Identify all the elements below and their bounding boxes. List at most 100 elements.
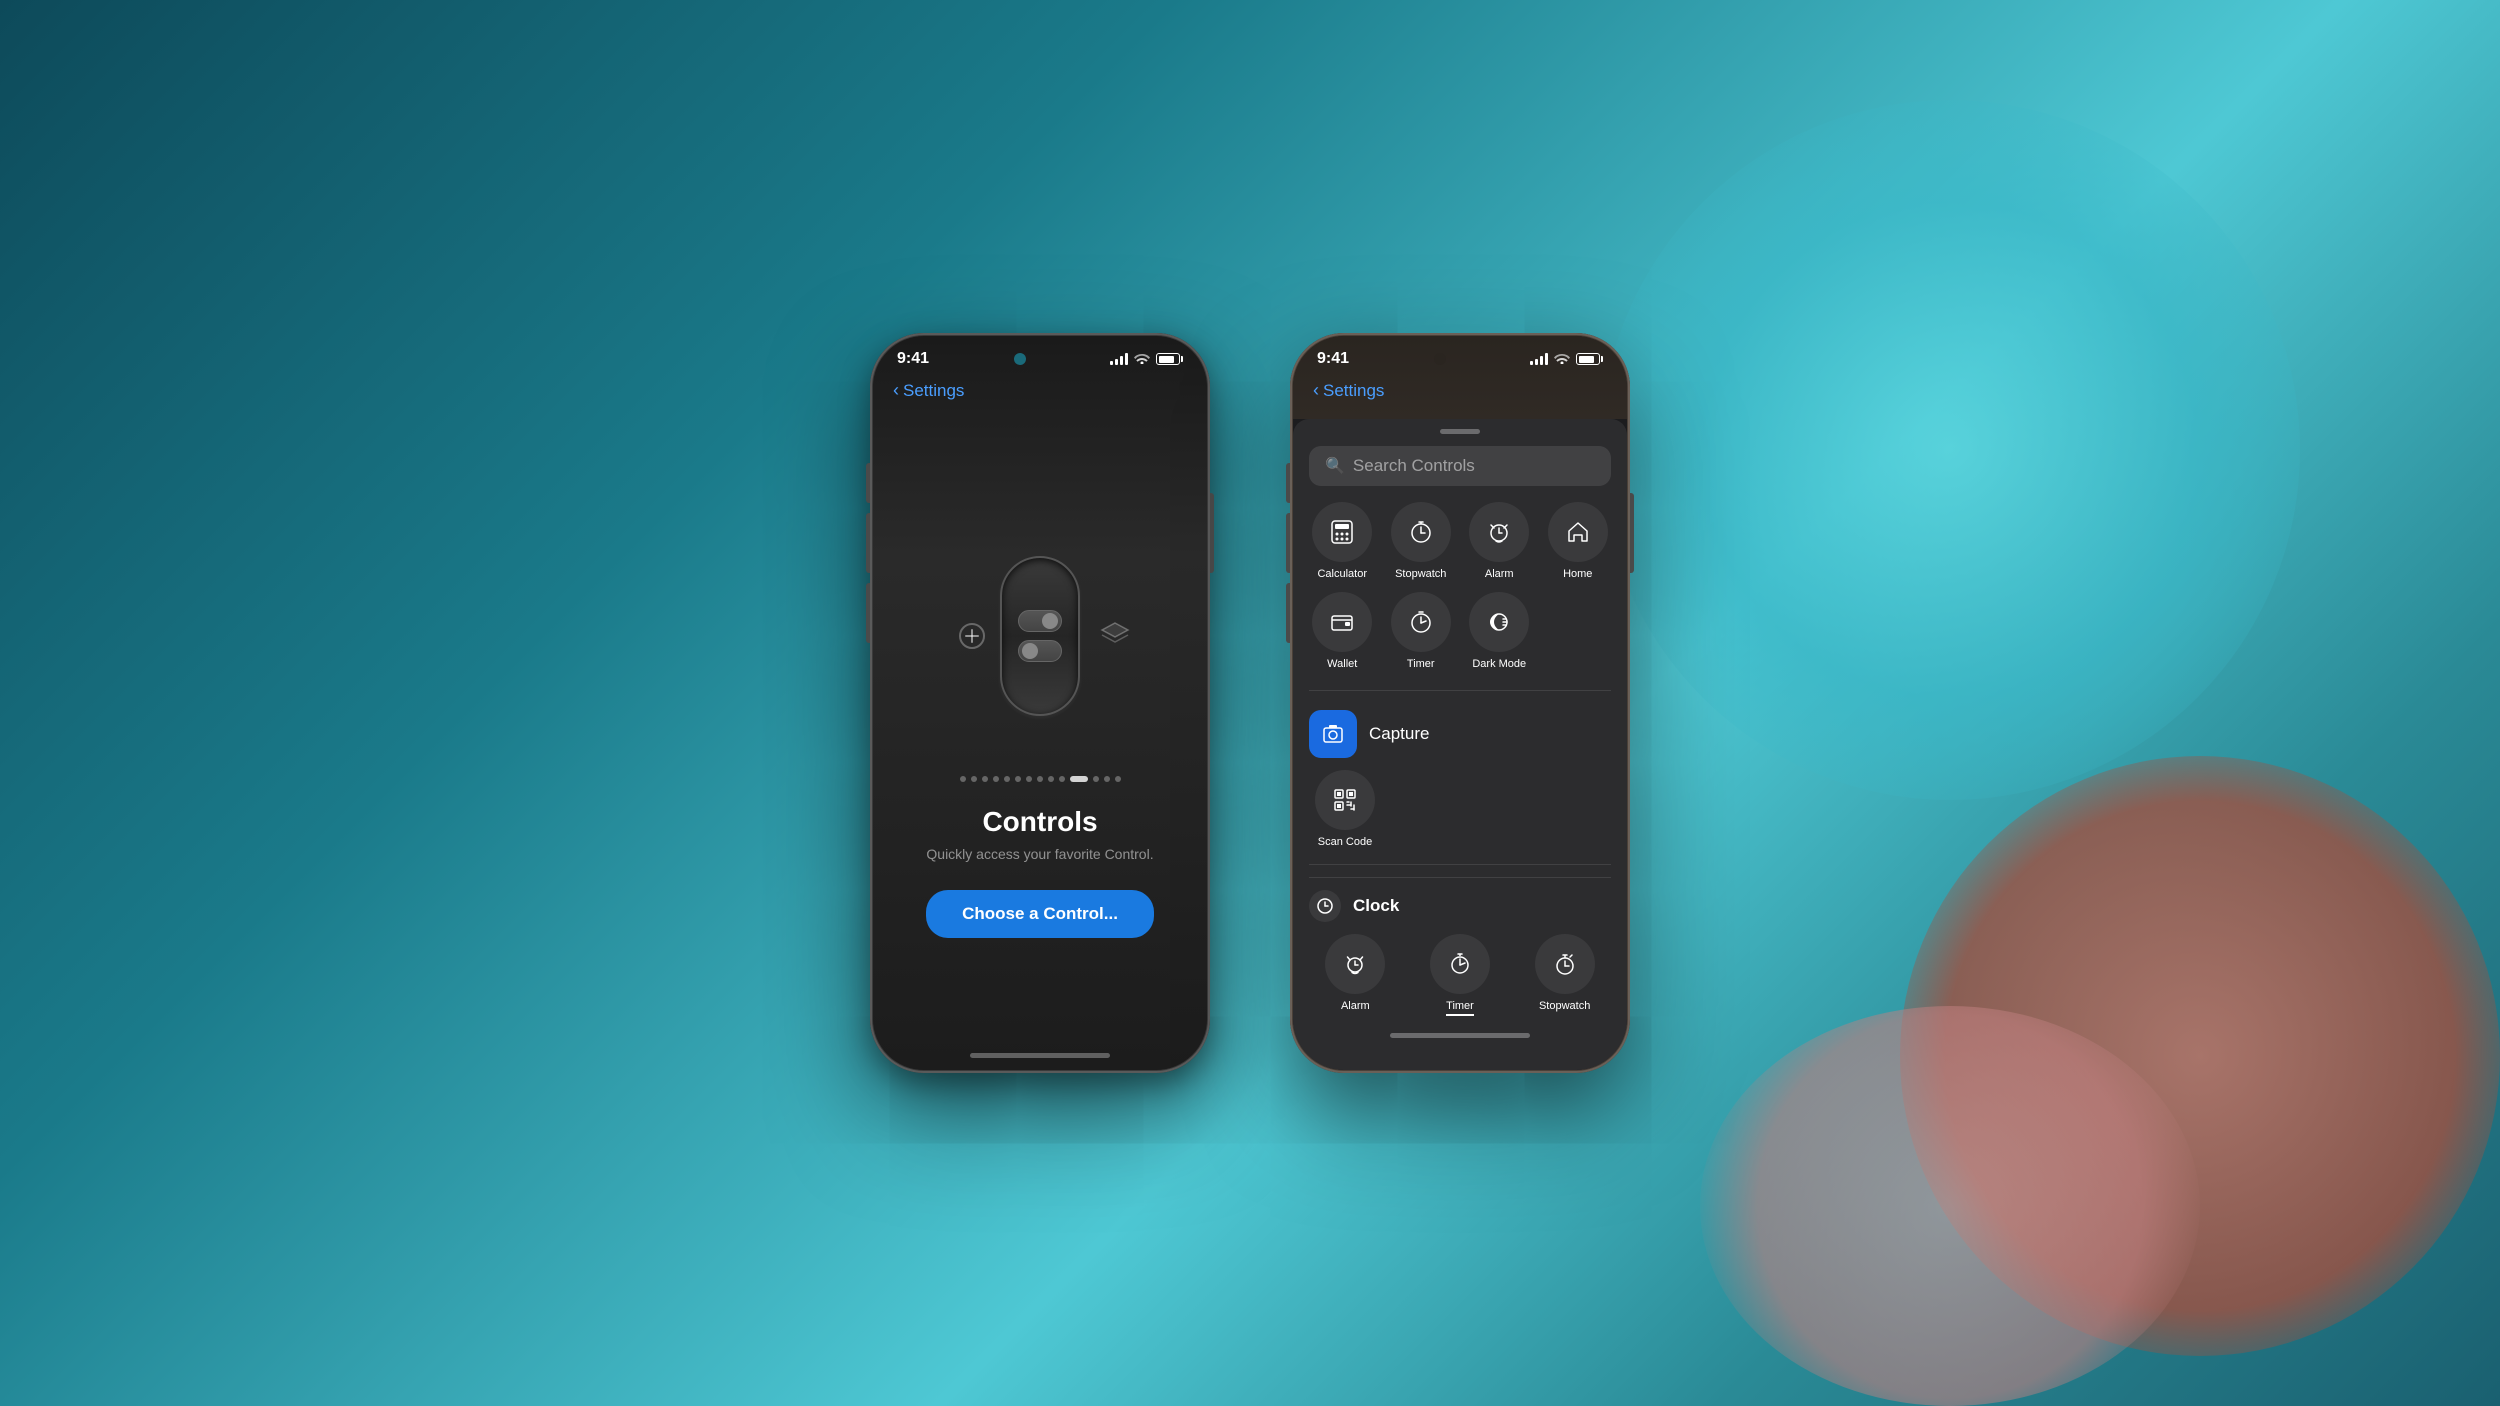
clock-stopwatch-item[interactable]: Stopwatch [1518, 934, 1611, 1016]
clock-timer-label: Timer [1446, 1000, 1474, 1016]
control-calculator[interactable]: Calculator [1309, 502, 1376, 580]
controls-title: Controls [982, 806, 1097, 838]
control-timer[interactable]: Timer [1388, 592, 1455, 670]
layers-icon [1100, 621, 1130, 651]
dot-3 [982, 776, 988, 782]
capture-title: Capture [1369, 724, 1429, 744]
dot-4 [993, 776, 999, 782]
scan-code-item[interactable]: Scan Code [1313, 770, 1377, 848]
phone-2-back-arrow: ‹ [1313, 380, 1319, 401]
phone-2-nav: ‹ Settings [1293, 376, 1627, 409]
clock-alarm-label: Alarm [1341, 1000, 1370, 1012]
phone-1-nav: ‹ Settings [873, 376, 1207, 409]
phone-2-left-btn-1 [1286, 463, 1290, 503]
dot-14 [1115, 776, 1121, 782]
alarm-label: Alarm [1485, 568, 1514, 580]
phone-2-left-btn-2 [1286, 513, 1290, 573]
phone-2-top: 9:41 [1293, 336, 1627, 419]
controls-grid-section: Calculator [1293, 502, 1627, 1025]
clock-section-title: Clock [1353, 896, 1399, 916]
phone-2: 9:41 [1290, 333, 1630, 1073]
phone-1-home-indicator [970, 1053, 1110, 1058]
capture-section: Capture [1309, 702, 1611, 770]
clock-timer-item[interactable]: Timer [1414, 934, 1507, 1016]
dot-1 [960, 776, 966, 782]
dot-13 [1104, 776, 1110, 782]
phone-1-back-arrow: ‹ [893, 380, 899, 401]
toggle-pill-top [1018, 610, 1062, 632]
search-bar[interactable]: 🔍 Search Controls [1309, 446, 1611, 486]
dark-mode-icon-circle [1469, 592, 1529, 652]
phone-2-dynamic-island-mini [1434, 353, 1446, 365]
home-label: Home [1563, 568, 1592, 580]
dot-8 [1037, 776, 1043, 782]
stopwatch-label: Stopwatch [1395, 568, 1446, 580]
sheet-panel: 🔍 Search Controls [1293, 419, 1627, 1070]
stopwatch-icon-circle [1391, 502, 1451, 562]
scan-code-label: Scan Code [1318, 836, 1372, 848]
phone-2-content: 9:41 [1293, 336, 1627, 1070]
capture-icon [1309, 710, 1357, 758]
clock-section-header: Clock [1309, 877, 1611, 934]
control-dark-mode[interactable]: Dark Mode [1466, 592, 1533, 670]
phone-2-wifi-icon [1554, 351, 1570, 367]
dark-mode-label: Dark Mode [1472, 658, 1526, 670]
phone-1-main: Controls Quickly access your favorite Co… [873, 409, 1207, 1045]
dot-6 [1015, 776, 1021, 782]
phone-1-left-btn-1 [866, 463, 870, 503]
toggle-pill-bottom [1018, 640, 1062, 662]
phone-1: 9:41 [870, 333, 1210, 1073]
phone-1-screen: 9:41 [873, 336, 1207, 1070]
divider-2 [1309, 864, 1611, 865]
control-wallet[interactable]: Wallet [1309, 592, 1376, 670]
phone-1-status-bar: 9:41 [873, 336, 1207, 376]
control-home[interactable]: Home [1545, 502, 1612, 580]
control-stopwatch[interactable]: Stopwatch [1388, 502, 1455, 580]
phone-1-battery-icon [1156, 353, 1183, 365]
phone-1-status-icons [1110, 351, 1183, 367]
controls-subtitle: Quickly access your favorite Control. [926, 846, 1153, 862]
clock-stopwatch-icon [1535, 934, 1595, 994]
choose-control-button[interactable]: Choose a Control... [926, 890, 1154, 938]
calculator-icon-circle [1312, 502, 1372, 562]
scan-code-icon-circle [1315, 770, 1375, 830]
clock-alarm-item[interactable]: Alarm [1309, 934, 1402, 1016]
clock-sub-grid: Alarm [1309, 934, 1611, 1016]
phone-1-content: 9:41 [873, 336, 1207, 1070]
phone-1-wifi-icon [1134, 351, 1150, 367]
phone-2-battery-icon [1576, 353, 1603, 365]
clock-timer-icon [1430, 934, 1490, 994]
timer-icon-circle [1391, 592, 1451, 652]
dot-9 [1048, 776, 1054, 782]
search-icon: 🔍 [1325, 456, 1345, 476]
dot-12 [1093, 776, 1099, 782]
clock-stopwatch-label: Stopwatch [1539, 1000, 1590, 1012]
phone-1-right-btn [1210, 493, 1214, 573]
dot-5 [1004, 776, 1010, 782]
phones-container: 9:41 [0, 0, 2500, 1406]
phone-2-back-button[interactable]: ‹ Settings [1313, 380, 1384, 401]
pagination-dots [960, 776, 1121, 782]
controls-main-grid: Calculator [1309, 502, 1611, 670]
timer-label: Timer [1407, 658, 1435, 670]
phone-1-back-button[interactable]: ‹ Settings [893, 380, 964, 401]
sheet-handle [1440, 429, 1480, 434]
clock-alarm-icon [1325, 934, 1385, 994]
clock-section-icon [1309, 890, 1341, 922]
alarm-icon-circle [1469, 502, 1529, 562]
phone-1-left-btn-3 [866, 583, 870, 643]
phone-1-left-btn-2 [866, 513, 870, 573]
phone-1-time: 9:41 [897, 350, 929, 368]
wallet-icon-circle [1312, 592, 1372, 652]
phone-2-right-btn [1630, 493, 1634, 573]
controls-icon-area [940, 516, 1140, 756]
phone-2-screen: 9:41 [1293, 336, 1627, 1070]
wallet-label: Wallet [1327, 658, 1357, 670]
dot-10 [1059, 776, 1065, 782]
control-alarm[interactable]: Alarm [1466, 502, 1533, 580]
calculator-label: Calculator [1317, 568, 1367, 580]
phone-2-status-bar: 9:41 [1293, 336, 1627, 376]
phone-2-left-btn-3 [1286, 583, 1290, 643]
add-icon [950, 614, 994, 658]
dot-7 [1026, 776, 1032, 782]
